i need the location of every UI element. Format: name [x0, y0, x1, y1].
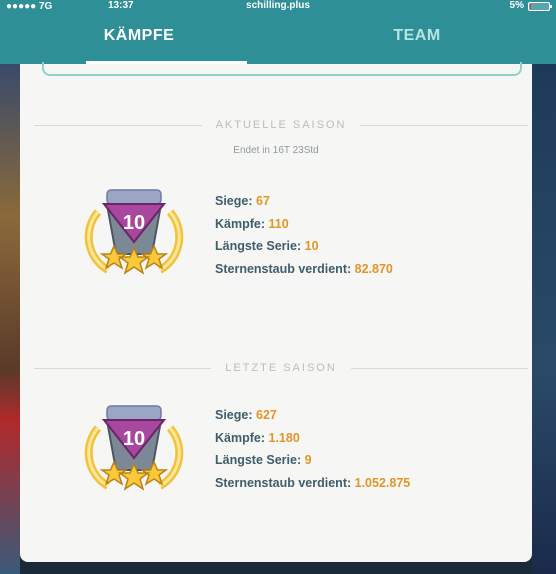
medal-level: 10: [123, 428, 145, 450]
star-icon: [99, 244, 169, 275]
current-season-header: AKTUELLE SAISON: [34, 119, 528, 131]
battery-icon: [528, 1, 552, 11]
stat-stardust: Sternenstaub verdient: 1.052.875: [215, 475, 411, 490]
tab-team[interactable]: TEAM: [278, 12, 556, 64]
tab-battles[interactable]: KÄMPFE: [0, 12, 278, 64]
stat-battles: Kämpfe: 110: [215, 216, 289, 231]
last-season-title: LETZTE SAISON: [225, 362, 337, 374]
last-season-header: LETZTE SAISON: [34, 362, 529, 374]
battery-percent: 5%: [509, 0, 524, 11]
battery-indicator: 5%: [509, 0, 552, 12]
medal-level: 10: [123, 212, 145, 234]
medal-icon: 10: [82, 400, 186, 504]
tab-bar: KÄMPFE TEAM: [0, 12, 556, 64]
season-ends-label: Endet in 16T 23Std: [233, 145, 319, 156]
stat-longest-streak: Längste Serie: 9: [215, 453, 312, 467]
stat-longest-streak: Längste Serie: 10: [215, 239, 319, 253]
url-label: schilling.plus: [246, 0, 310, 11]
star-icon: [99, 460, 169, 491]
tab-battles-label: KÄMPFE: [103, 27, 175, 44]
medal-icon: 10: [82, 184, 186, 288]
background-art-left: [0, 64, 20, 574]
background-art-right: [532, 64, 556, 574]
tab-team-label: TEAM: [393, 27, 441, 44]
stat-wins: Siege: 67: [215, 194, 270, 208]
status-bar: ●●●●● 7G 13:37 schilling.plus 5%: [0, 0, 556, 12]
stat-stardust: Sternenstaub verdient: 82.870: [215, 261, 393, 276]
last-season-stats: Siege: 627 Kämpfe: 1.180 Längste Serie: …: [215, 404, 410, 494]
battle-stats-card[interactable]: AKTUELLE SAISON Endet in 16T 23Std 10 Si…: [20, 62, 532, 562]
current-season-title: AKTUELLE SAISON: [215, 119, 347, 131]
previous-panel-edge: [42, 62, 522, 76]
stat-battles: Kämpfe: 1.180: [215, 430, 300, 445]
current-season-stats: Siege: 67 Kämpfe: 110 Längste Serie: 10 …: [215, 190, 393, 280]
stat-wins: Siege: 627: [215, 408, 277, 422]
